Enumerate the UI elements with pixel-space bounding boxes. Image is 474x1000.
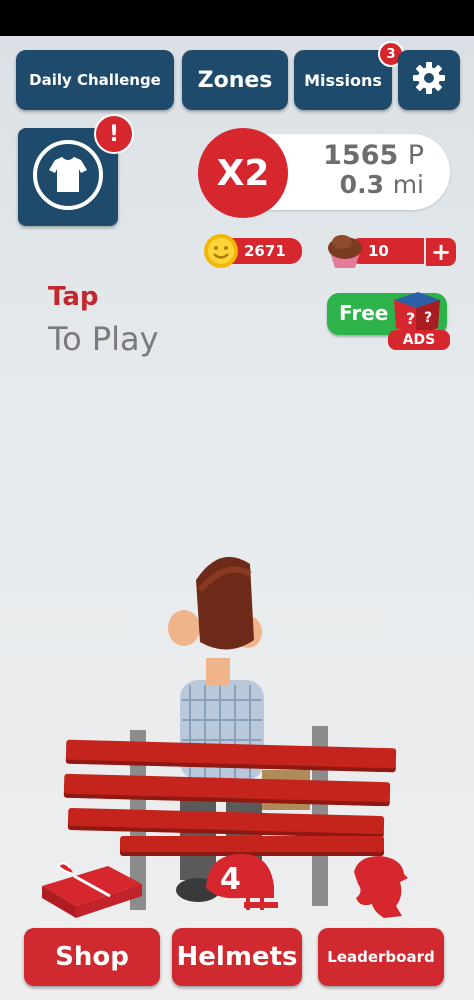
helmet-icon — [200, 852, 284, 922]
ads-tag: ADS — [388, 330, 450, 350]
free-label: Free — [339, 301, 389, 325]
coin-count: 2671 — [244, 242, 286, 260]
points-readout: 1565 P — [323, 140, 424, 171]
zones-button[interactable]: Zones — [182, 50, 288, 110]
helmets-button[interactable]: Helmets — [172, 928, 302, 986]
coin-icon — [203, 233, 239, 269]
missions-label: Missions — [304, 70, 382, 90]
distance-unit: mi — [392, 170, 424, 199]
svg-text:?: ? — [406, 309, 415, 328]
helmets-label: Helmets — [176, 942, 298, 972]
helmet-count: 4 — [220, 862, 241, 897]
cupcake-icon — [322, 228, 368, 272]
outfit-alert-badge: ! — [94, 114, 134, 154]
svg-text:?: ? — [424, 310, 432, 326]
leaderboard-button[interactable]: Leaderboard — [318, 928, 444, 986]
status-bar — [0, 0, 474, 36]
distance-value: 0.3 — [339, 170, 384, 199]
points-unit: P — [407, 140, 424, 171]
daily-challenge-button[interactable]: Daily Challenge — [16, 50, 174, 110]
cupcake-count: 10 — [368, 242, 389, 260]
settings-button[interactable] — [398, 50, 460, 110]
tap-label: Tap — [48, 282, 99, 312]
leaderboard-label: Leaderboard — [327, 948, 435, 966]
points-value: 1565 — [323, 140, 399, 171]
to-play-label: To Play — [48, 320, 159, 358]
add-cupcakes-button[interactable]: + — [426, 238, 456, 266]
gift-icon — [36, 860, 146, 920]
gear-icon — [411, 60, 447, 100]
zones-label: Zones — [197, 67, 273, 93]
daily-challenge-label: Daily Challenge — [29, 71, 161, 89]
plus-icon: + — [430, 238, 452, 266]
shop-label: Shop — [55, 942, 129, 972]
player-profile-icon — [344, 852, 414, 922]
missions-button[interactable]: Missions — [294, 50, 392, 110]
shop-button[interactable]: Shop — [24, 928, 160, 986]
multiplier-badge: X2 — [198, 128, 288, 218]
distance-readout: 0.3 mi — [340, 170, 424, 199]
tshirt-icon — [31, 138, 105, 216]
